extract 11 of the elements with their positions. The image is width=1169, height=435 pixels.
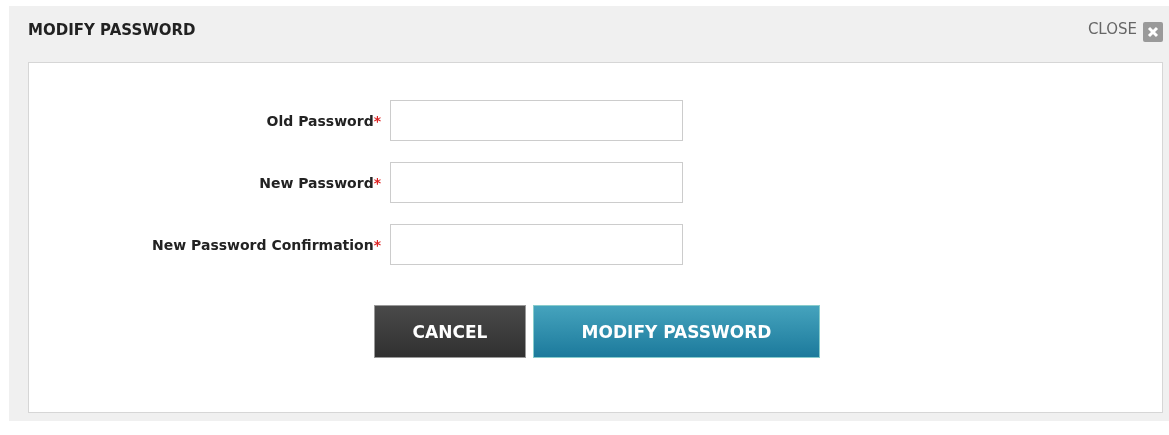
password-field[interactable] (390, 224, 683, 265)
field-label: New Password* (258, 174, 381, 191)
cancel-button[interactable]: CANCEL (374, 305, 526, 358)
password-field[interactable] (390, 100, 683, 141)
password-field[interactable] (390, 162, 683, 203)
dialog-title: MODIFY PASSWORD (28, 21, 196, 39)
close-icon (1143, 22, 1163, 42)
field-label: Old Password* (265, 112, 381, 129)
close-button[interactable]: CLOSE (1087, 16, 1163, 42)
field-label: New Password Confirmation* (151, 236, 381, 253)
modify-password-button[interactable]: MODIFY PASSWORD (533, 305, 820, 358)
